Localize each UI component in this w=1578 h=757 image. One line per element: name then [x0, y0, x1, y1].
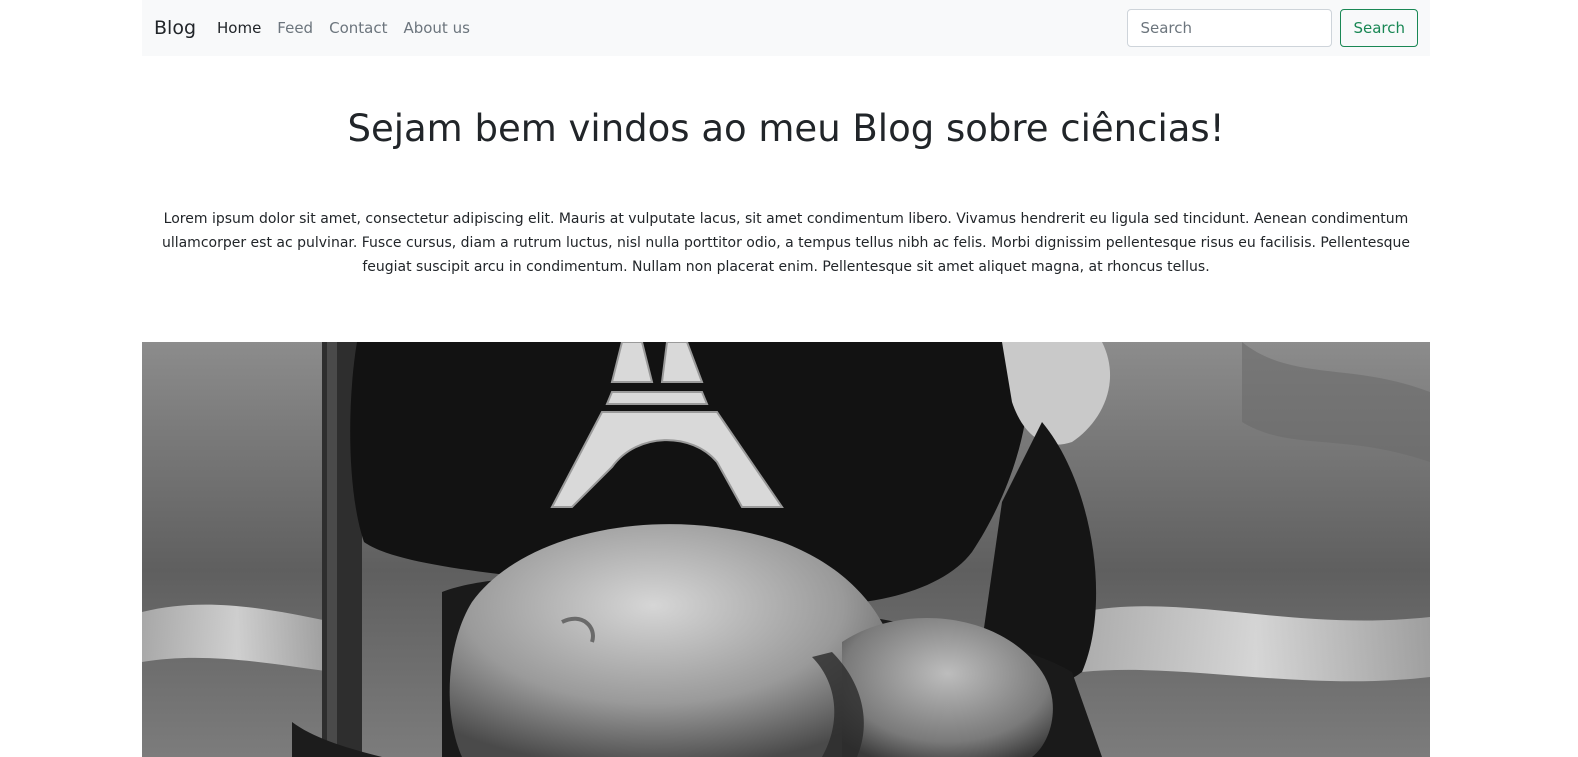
- nav-link-about-us[interactable]: About us: [403, 18, 469, 38]
- search-form: Search: [1127, 9, 1418, 47]
- nav-link-contact[interactable]: Contact: [329, 18, 387, 38]
- hero-image: [142, 342, 1430, 757]
- search-input[interactable]: [1127, 9, 1333, 47]
- search-button[interactable]: Search: [1340, 9, 1418, 47]
- nav-links: Home Feed Contact About us: [217, 18, 470, 38]
- hero-photo-illustration: [142, 342, 1430, 757]
- intro-paragraph: Lorem ipsum dolor sit amet, consectetur …: [161, 211, 1411, 275]
- page-container: Blog Home Feed Contact About us Search S…: [142, 0, 1430, 757]
- nav-link-home[interactable]: Home: [217, 18, 261, 38]
- page-title: Sejam bem vindos ao meu Blog sobre ciênc…: [347, 107, 1225, 150]
- nav-link-feed[interactable]: Feed: [277, 18, 313, 38]
- navbar: Blog Home Feed Contact About us Search: [142, 0, 1430, 56]
- navbar-brand[interactable]: Blog: [154, 15, 196, 41]
